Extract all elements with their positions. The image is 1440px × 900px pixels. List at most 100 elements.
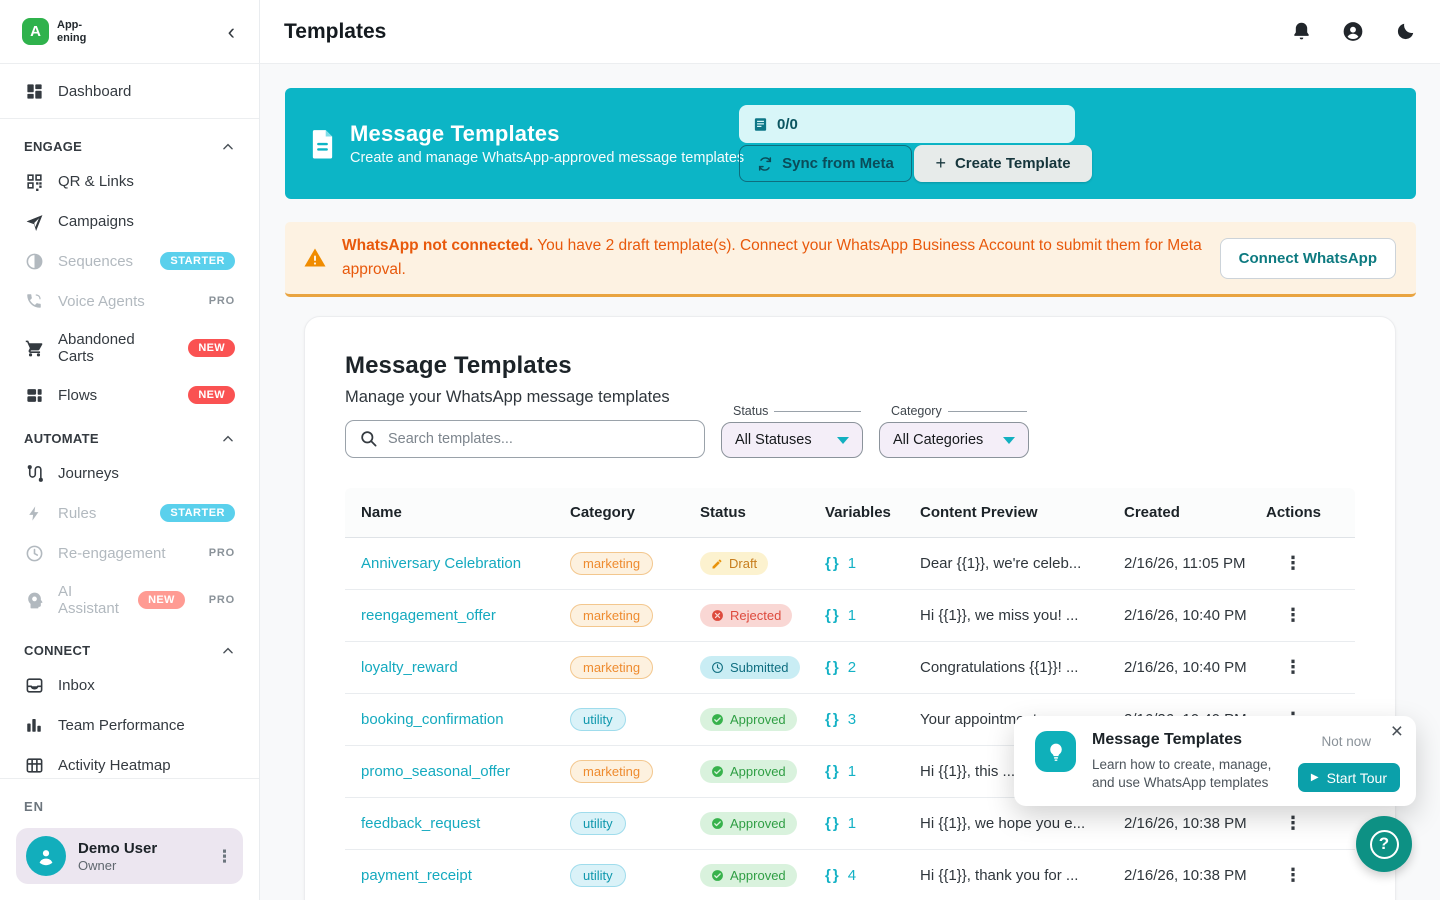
status-icon [711, 661, 724, 674]
section-header-connect[interactable]: CONNECT [0, 627, 259, 665]
user-name: Demo User [78, 840, 157, 857]
sidebar-nav: Dashboard ENGAGE QR & Links Campaigns Se… [0, 64, 259, 778]
user-role: Owner [78, 858, 157, 873]
template-name-link[interactable]: loyalty_reward [361, 659, 458, 676]
sidebar-item-label: QR & Links [58, 173, 134, 190]
sidebar-item-label: Activity Heatmap [58, 757, 171, 774]
sidebar-item-label: Abandoned Carts [58, 331, 174, 365]
row-actions-kebab-icon[interactable]: ⋮ [1284, 813, 1302, 833]
status-icon [711, 817, 724, 830]
category-badge: marketing [570, 760, 653, 783]
not-now-link[interactable]: Not now [1321, 734, 1371, 749]
section-header-automate[interactable]: AUTOMATE [0, 415, 259, 453]
sidebar-item-campaigns[interactable]: Campaigns [0, 201, 259, 241]
braces-icon: {} [825, 711, 841, 728]
template-count-icon [753, 117, 768, 132]
page-title: Templates [284, 20, 386, 44]
new-badge: NEW [188, 339, 235, 357]
template-name-link[interactable]: booking_confirmation [361, 711, 504, 728]
dark-mode-moon-icon[interactable] [1394, 21, 1416, 43]
status-icon [711, 869, 724, 882]
status-badge: Approved [700, 708, 797, 731]
divider [774, 411, 861, 412]
close-icon[interactable]: × [1391, 721, 1403, 742]
sidebar-item-journeys[interactable]: Journeys [0, 453, 259, 493]
chevron-up-icon [221, 432, 235, 446]
category-badge: utility [570, 864, 626, 887]
section-header-engage[interactable]: ENGAGE [0, 123, 259, 161]
sidebar-item-team-performance[interactable]: Team Performance [0, 705, 259, 745]
sidebar-item-dashboard[interactable]: Dashboard [0, 68, 259, 114]
search-icon [359, 429, 378, 448]
sync-from-meta-button[interactable]: Sync from Meta [739, 145, 912, 182]
template-name-link[interactable]: payment_receipt [361, 867, 472, 884]
created-date: 2/16/26, 10:38 PM [1124, 815, 1266, 832]
sidebar-item-ai-assistant[interactable]: AI Assistant NEW PRO [0, 573, 259, 627]
cart-icon [24, 338, 44, 358]
sidebar-item-flows[interactable]: Flows NEW [0, 375, 259, 415]
template-name-link[interactable]: promo_seasonal_offer [361, 763, 510, 780]
app-logo-icon: A [22, 18, 49, 45]
created-date: 2/16/26, 10:40 PM [1124, 659, 1266, 676]
connect-whatsapp-button[interactable]: Connect WhatsApp [1220, 238, 1396, 279]
template-name-link[interactable]: reengagement_offer [361, 607, 496, 624]
sidebar-item-abandoned-carts[interactable]: Abandoned Carts NEW [0, 321, 259, 375]
row-actions-kebab-icon[interactable]: ⋮ [1284, 553, 1302, 573]
row-actions-kebab-icon[interactable]: ⋮ [1284, 657, 1302, 677]
user-info: Demo User Owner [78, 840, 157, 873]
variables-count: {}1 [825, 555, 920, 572]
sidebar-item-re-engagement[interactable]: Re-engagement PRO [0, 533, 259, 573]
hero-subtitle: Create and manage WhatsApp-approved mess… [350, 150, 744, 166]
sidebar-item-sequences[interactable]: Sequences STARTER [0, 241, 259, 281]
divider [948, 411, 1027, 412]
sidebar-item-label: Inbox [58, 677, 95, 694]
document-icon [309, 129, 336, 159]
status-icon [711, 713, 724, 726]
table-row: Anniversary CelebrationmarketingDraft{}1… [345, 538, 1355, 590]
ai-assistant-icon [24, 590, 44, 610]
table-row: loyalty_rewardmarketingSubmitted{}2Congr… [345, 642, 1355, 694]
category-badge: utility [570, 812, 626, 835]
clock-icon [24, 543, 44, 563]
sidebar-item-rules[interactable]: Rules STARTER [0, 493, 259, 533]
language-selector[interactable]: EN [16, 799, 243, 814]
status-badge: Approved [700, 760, 797, 783]
category-badge: utility [570, 708, 626, 731]
play-icon: ▶ [1311, 772, 1319, 783]
sidebar-item-voice-agents[interactable]: Voice Agents PRO [0, 281, 259, 321]
status-icon [711, 609, 724, 622]
status-filter-select[interactable]: All Statuses [721, 422, 863, 458]
sidebar-item-inbox[interactable]: Inbox [0, 665, 259, 705]
sidebar-collapse-icon[interactable]: ‹ [224, 21, 239, 43]
question-mark-icon: ? [1370, 830, 1399, 859]
template-name-link[interactable]: feedback_request [361, 815, 480, 832]
sidebar-item-label: Rules [58, 505, 96, 522]
help-button[interactable]: ? [1356, 816, 1412, 872]
sidebar-item-label: Team Performance [58, 717, 185, 734]
category-filter-select[interactable]: All Categories [879, 422, 1029, 458]
sequences-icon [24, 251, 44, 271]
content-preview: Dear {{1}}, we're celeb... [920, 555, 1124, 572]
create-template-button[interactable]: + Create Template [914, 145, 1092, 182]
chevron-down-icon [837, 437, 849, 444]
search-input[interactable] [345, 420, 705, 458]
status-icon [711, 558, 723, 570]
template-counter-value: 0/0 [777, 116, 798, 133]
row-actions-kebab-icon[interactable]: ⋮ [1284, 865, 1302, 885]
starter-badge: STARTER [160, 252, 235, 270]
row-actions-kebab-icon[interactable]: ⋮ [1284, 605, 1302, 625]
template-name-link[interactable]: Anniversary Celebration [361, 555, 521, 572]
category-badge: marketing [570, 656, 653, 679]
sidebar-item-qr-links[interactable]: QR & Links [0, 161, 259, 201]
notifications-bell-icon[interactable] [1290, 21, 1312, 43]
user-menu-kebab-icon[interactable]: ⋮ [216, 848, 233, 865]
category-badge: marketing [570, 552, 653, 575]
sidebar: A App-ening ‹ Dashboard ENGAGE QR & Link [0, 0, 260, 900]
sidebar-item-activity-heatmap[interactable]: Activity Heatmap [0, 745, 259, 778]
search-field [345, 420, 705, 458]
account-circle-icon[interactable] [1342, 21, 1364, 43]
status-filter-label: Status [733, 404, 768, 418]
start-tour-button[interactable]: ▶ Start Tour [1298, 763, 1400, 792]
user-card[interactable]: Demo User Owner ⋮ [16, 828, 243, 884]
content-preview: Congratulations {{1}}! ... [920, 659, 1124, 676]
